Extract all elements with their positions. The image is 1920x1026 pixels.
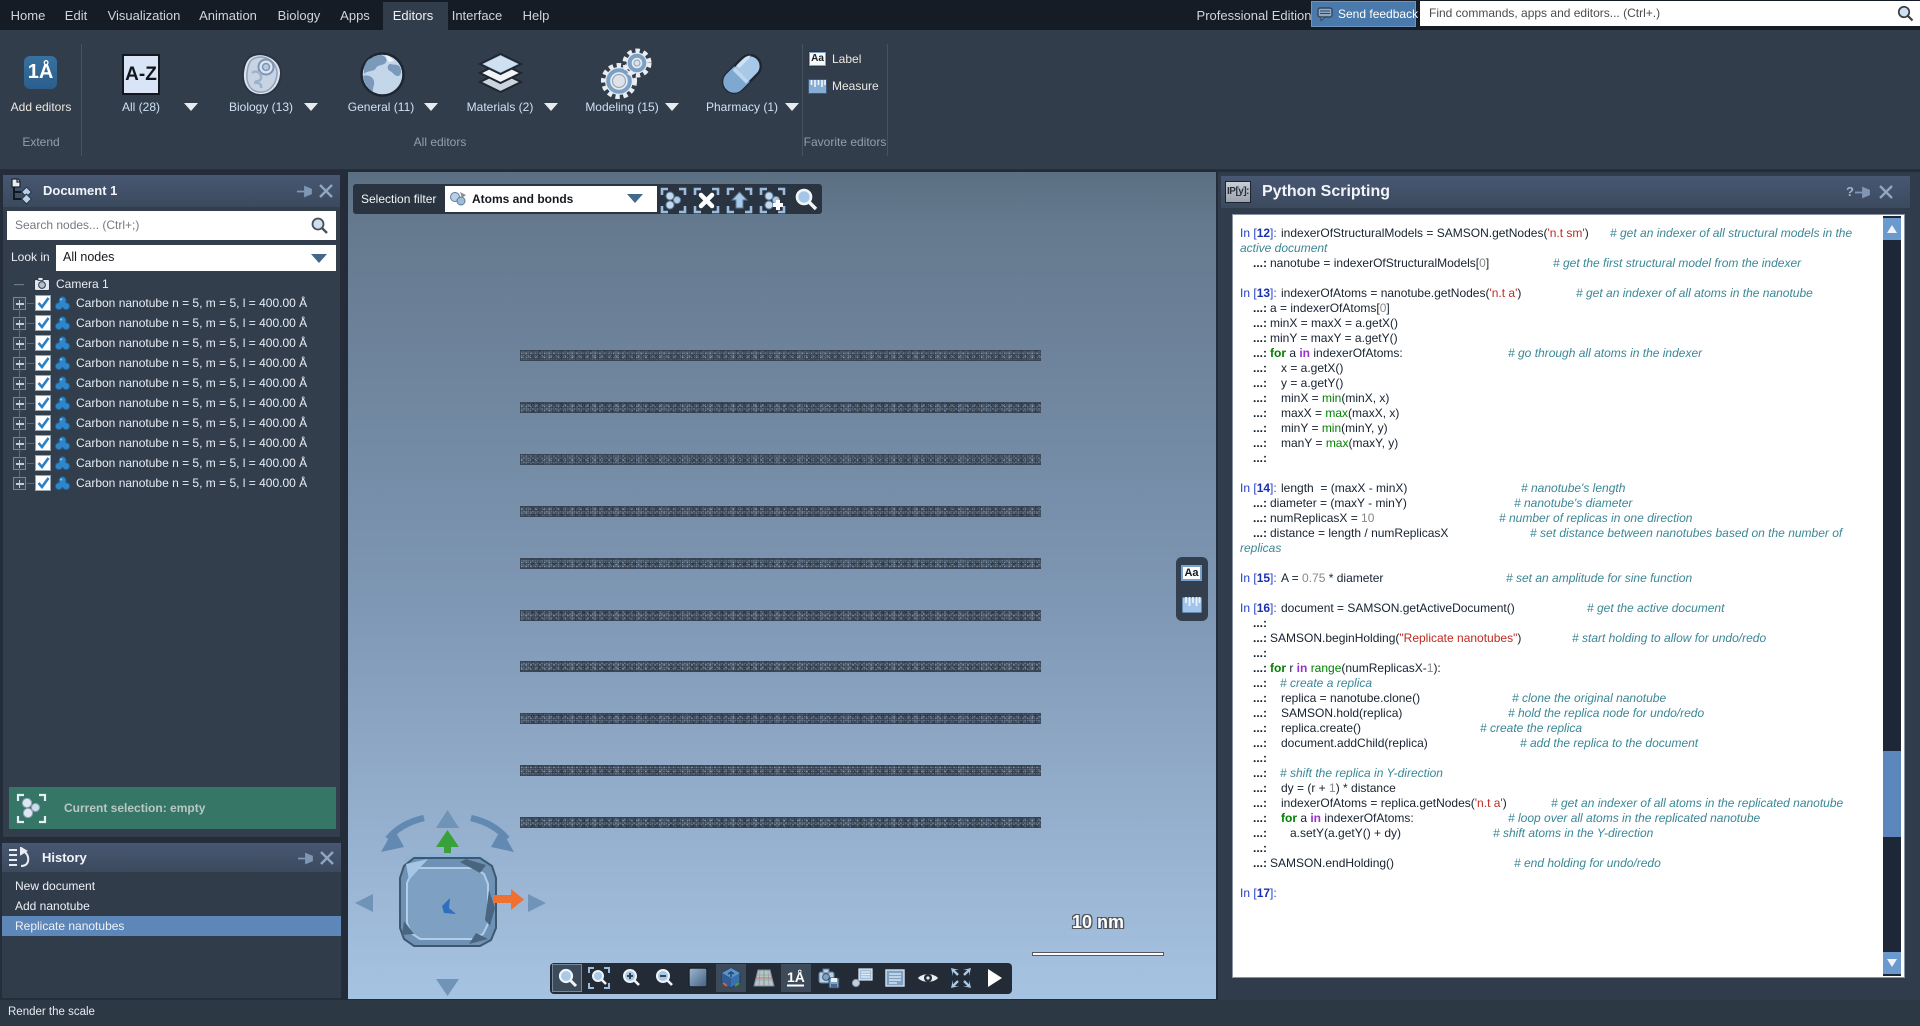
svg-text:1Å: 1Å <box>787 969 805 985</box>
